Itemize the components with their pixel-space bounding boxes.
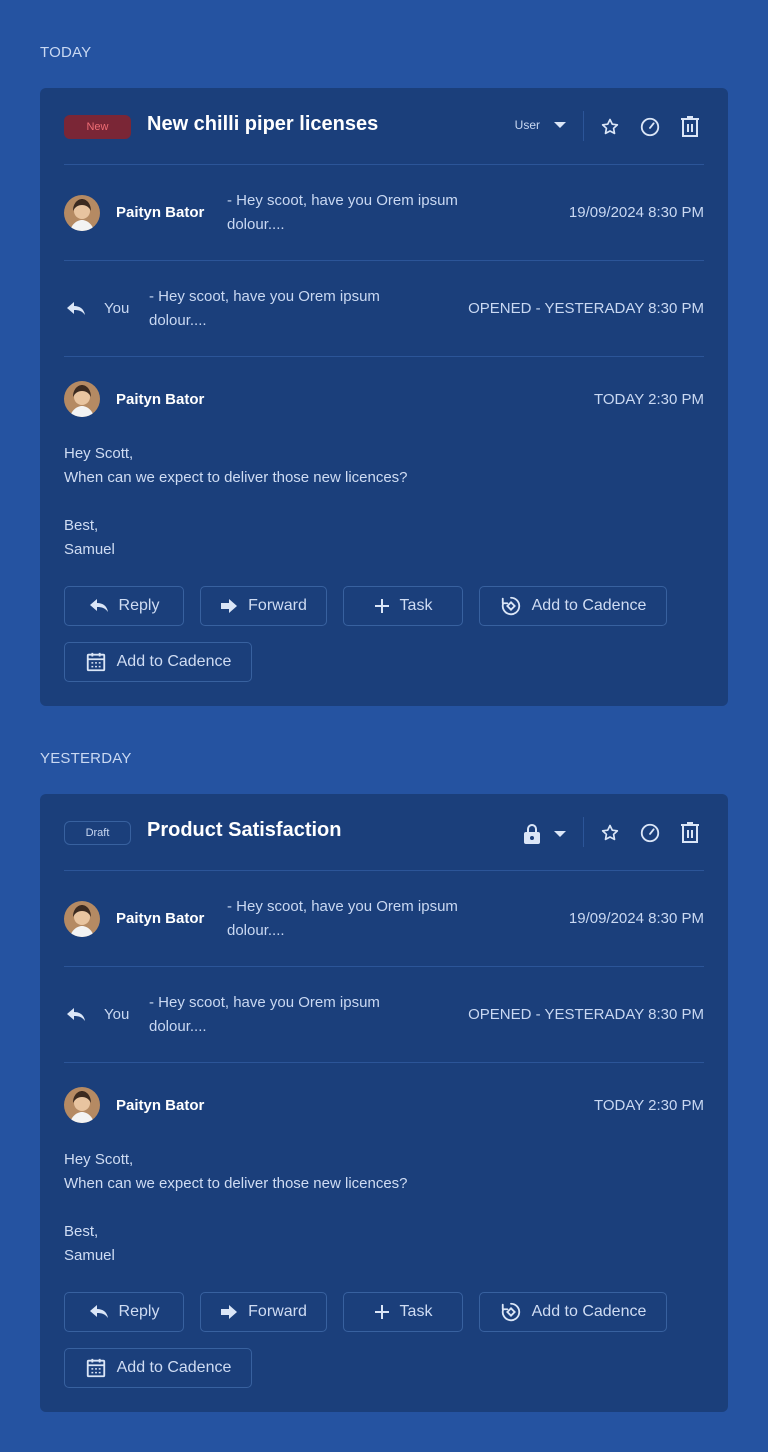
task-button[interactable]: Task <box>343 586 463 626</box>
message-time: TODAY 2:30 PM <box>593 1097 704 1114</box>
reply-button[interactable]: Reply <box>64 1292 184 1332</box>
message-sender-name: Paityn Bator <box>116 1097 205 1114</box>
lock-icon <box>524 824 540 844</box>
visibility-dropdown[interactable] <box>524 824 566 844</box>
star-icon[interactable] <box>598 115 622 139</box>
reply-status: OPENED - YESTERADAY 8:30 PM <box>468 1006 704 1023</box>
trash-icon[interactable] <box>678 821 702 845</box>
reply-icon <box>67 302 85 315</box>
message-line: Hey Scott, <box>64 1151 134 1168</box>
message-snippet: - Hey scoot, have you Orem ipsum dolour.… <box>227 898 458 939</box>
message-line: When can we expect to deliver those new … <box>64 469 408 486</box>
plus-icon <box>374 599 389 613</box>
thread-message-row[interactable]: Paityn Bator - Hey scoot, have you Orem … <box>64 871 704 967</box>
add-to-cadence-calendar-button[interactable]: Add to Cadence <box>64 642 252 682</box>
forward-button[interactable]: Forward <box>200 1292 327 1332</box>
message-time: 19/09/2024 8:30 PM <box>568 204 704 221</box>
owner-dropdown[interactable]: User <box>515 118 566 132</box>
reply-sender: You <box>104 300 130 317</box>
reply-button-label: Reply <box>118 597 160 614</box>
avatar <box>64 901 100 937</box>
forward-button-label: Forward <box>248 1303 307 1320</box>
reply-snippet: - Hey scoot, have you Orem ipsum dolour.… <box>149 994 380 1035</box>
message-line: Best, <box>64 1223 99 1240</box>
cadence-icon <box>501 1302 520 1322</box>
reply-icon <box>89 599 108 612</box>
thread-message-row[interactable]: Paityn Bator - Hey scoot, have you Orem … <box>64 165 704 261</box>
email-thread-card: Draft Product Satisfaction Paityn Bator … <box>40 794 728 1412</box>
add-to-cadence-button[interactable]: Add to Cadence <box>479 1292 667 1332</box>
chevron-down-icon <box>554 831 566 837</box>
avatar <box>64 1087 100 1123</box>
avatar <box>64 195 100 231</box>
message-line: When can we expect to deliver those new … <box>64 1175 408 1192</box>
divider <box>583 111 584 141</box>
forward-button[interactable]: Forward <box>200 586 327 626</box>
reply-status: OPENED - YESTERADAY 8:30 PM <box>468 300 704 317</box>
divider <box>583 817 584 847</box>
status-badge: New <box>64 115 131 139</box>
cadence-icon <box>501 596 520 616</box>
message-time: 19/09/2024 8:30 PM <box>568 910 704 927</box>
add-to-cadence-button[interactable]: Add to Cadence <box>479 586 667 626</box>
reply-icon <box>67 1008 85 1021</box>
task-button-label: Task <box>399 1303 433 1320</box>
reply-row[interactable]: You - Hey scoot, have you Orem ipsum dol… <box>64 967 704 1063</box>
plus-icon <box>374 1305 389 1319</box>
add-to-cadence-label: Add to Cadence <box>116 1359 232 1376</box>
task-button[interactable]: Task <box>343 1292 463 1332</box>
section-label-today: TODAY <box>40 44 92 61</box>
add-to-cadence-calendar-button[interactable]: Add to Cadence <box>64 1348 252 1388</box>
calendar-icon <box>86 652 105 672</box>
reply-button[interactable]: Reply <box>64 586 184 626</box>
reply-sender: You <box>104 1006 130 1023</box>
chevron-down-icon <box>554 122 566 128</box>
message-time: TODAY 2:30 PM <box>593 391 704 408</box>
status-badge: Draft <box>64 821 131 845</box>
message-line: Samuel <box>64 1247 115 1264</box>
card-header: Draft Product Satisfaction <box>64 794 704 871</box>
calendar-icon <box>86 1358 105 1378</box>
add-to-cadence-label: Add to Cadence <box>531 1303 647 1320</box>
reply-snippet: - Hey scoot, have you Orem ipsum dolour.… <box>149 288 380 329</box>
task-button-label: Task <box>399 597 433 614</box>
section-label-yesterday: YESTERDAY <box>40 750 132 767</box>
forward-icon <box>221 1305 238 1319</box>
forward-icon <box>221 599 238 613</box>
owner-label: User <box>514 118 540 132</box>
speed-icon[interactable] <box>638 115 662 139</box>
card-header: New New chilli piper licenses User <box>64 88 704 165</box>
message-line: Samuel <box>64 541 115 558</box>
message-snippet: - Hey scoot, have you Orem ipsum dolour.… <box>227 192 458 233</box>
message-line: Best, <box>64 517 99 534</box>
reply-button-label: Reply <box>118 1303 160 1320</box>
add-to-cadence-label: Add to Cadence <box>116 653 232 670</box>
speed-icon[interactable] <box>638 821 662 845</box>
trash-icon[interactable] <box>678 115 702 139</box>
reply-row[interactable]: You - Hey scoot, have you Orem ipsum dol… <box>64 261 704 357</box>
avatar <box>64 381 100 417</box>
email-thread-card: New New chilli piper licenses User Paity… <box>40 88 728 706</box>
star-icon[interactable] <box>598 821 622 845</box>
add-to-cadence-label: Add to Cadence <box>531 597 647 614</box>
message-sender-name: Paityn Bator <box>116 391 205 408</box>
sender-name: Paityn Bator <box>116 910 205 927</box>
thread-title: New chilli piper licenses <box>147 113 379 135</box>
message-body: Hey Scott, When can we expect to deliver… <box>64 1148 408 1268</box>
message-line <box>64 1196 408 1220</box>
thread-title: Product Satisfaction <box>147 819 342 841</box>
message-body: Hey Scott, When can we expect to deliver… <box>64 442 408 562</box>
sender-name: Paityn Bator <box>116 204 205 221</box>
reply-icon <box>89 1305 108 1318</box>
message-line <box>64 490 408 514</box>
message-line: Hey Scott, <box>64 445 134 462</box>
forward-button-label: Forward <box>248 597 307 614</box>
